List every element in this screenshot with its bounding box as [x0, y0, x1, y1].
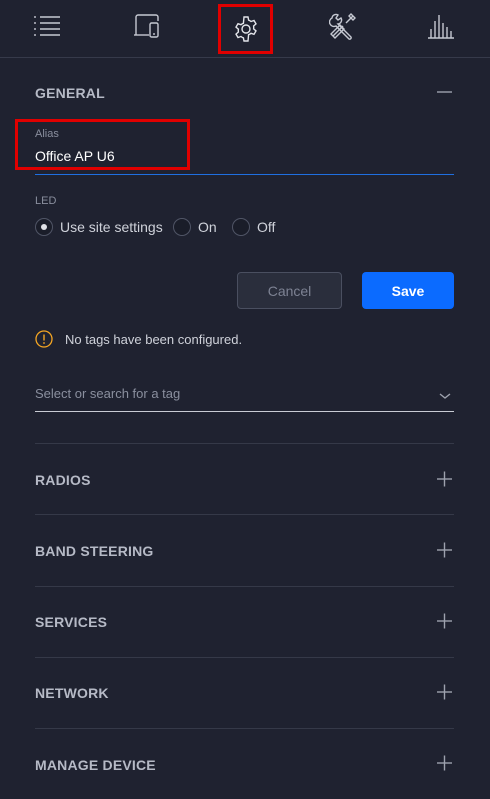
info-icon: [35, 330, 53, 348]
expand-band-steering-button[interactable]: [435, 540, 455, 560]
radio-circle: [232, 218, 250, 236]
tab-tools[interactable]: [313, 0, 373, 52]
plus-icon: [435, 613, 455, 635]
tags-notice-text: No tags have been configured.: [65, 331, 243, 347]
chevron-down-icon: [438, 388, 452, 406]
plus-icon: [435, 684, 455, 706]
save-button[interactable]: Save: [362, 272, 454, 309]
tag-select-dropdown[interactable]: Select or search for a tag: [35, 378, 454, 412]
led-option-label: Off: [257, 219, 276, 235]
expand-manage-device-button[interactable]: [435, 753, 455, 773]
radio-circle: [173, 218, 191, 236]
section-radios-title[interactable]: RADIOS: [35, 472, 455, 488]
section-divider: [35, 514, 454, 515]
tab-devices[interactable]: [117, 0, 177, 52]
cancel-button[interactable]: Cancel: [237, 272, 342, 309]
stats-icon: [427, 13, 455, 39]
led-radio-off[interactable]: Off: [232, 218, 275, 236]
section-divider: [35, 657, 454, 658]
section-services-title[interactable]: SERVICES: [35, 614, 455, 630]
tools-icon: [329, 12, 357, 40]
plus-icon: [435, 471, 455, 493]
collapse-general-button[interactable]: [435, 83, 455, 103]
minus-icon: [435, 90, 455, 107]
section-general-title: GENERAL: [35, 85, 105, 101]
section-network-title[interactable]: NETWORK: [35, 685, 455, 701]
section-band-steering-title[interactable]: BAND STEERING: [35, 543, 455, 559]
section-divider: [35, 443, 454, 444]
section-manage-device-title[interactable]: MANAGE DEVICE: [35, 757, 455, 773]
alias-field-label: Alias: [35, 128, 59, 140]
expand-network-button[interactable]: [435, 682, 455, 702]
led-option-label: Use site settings: [60, 219, 163, 235]
tab-statistics[interactable]: [411, 0, 471, 52]
tab-overview[interactable]: [17, 0, 77, 52]
led-radio-on[interactable]: On: [173, 218, 217, 236]
plus-icon: [435, 755, 455, 777]
led-radio-use-site-settings[interactable]: Use site settings: [35, 218, 163, 236]
alias-input-underline: [35, 174, 454, 175]
gear-icon: [232, 15, 260, 43]
expand-radios-button[interactable]: [435, 469, 455, 489]
led-option-label: On: [198, 219, 217, 235]
radio-circle: [35, 218, 53, 236]
led-field-label: LED: [35, 195, 57, 207]
device-tab-bar: [0, 0, 490, 58]
section-divider: [35, 728, 454, 729]
tab-settings[interactable]: [218, 4, 273, 54]
list-icon: [33, 14, 61, 38]
plus-icon: [435, 542, 455, 564]
tags-notice: No tags have been configured.: [35, 330, 242, 348]
radio-selected-dot: [41, 224, 47, 230]
tag-select-placeholder: Select or search for a tag: [35, 386, 181, 401]
section-divider: [35, 586, 454, 587]
devices-icon: [133, 13, 161, 39]
alias-input[interactable]: Office AP U6: [35, 148, 115, 164]
expand-services-button[interactable]: [435, 611, 455, 631]
